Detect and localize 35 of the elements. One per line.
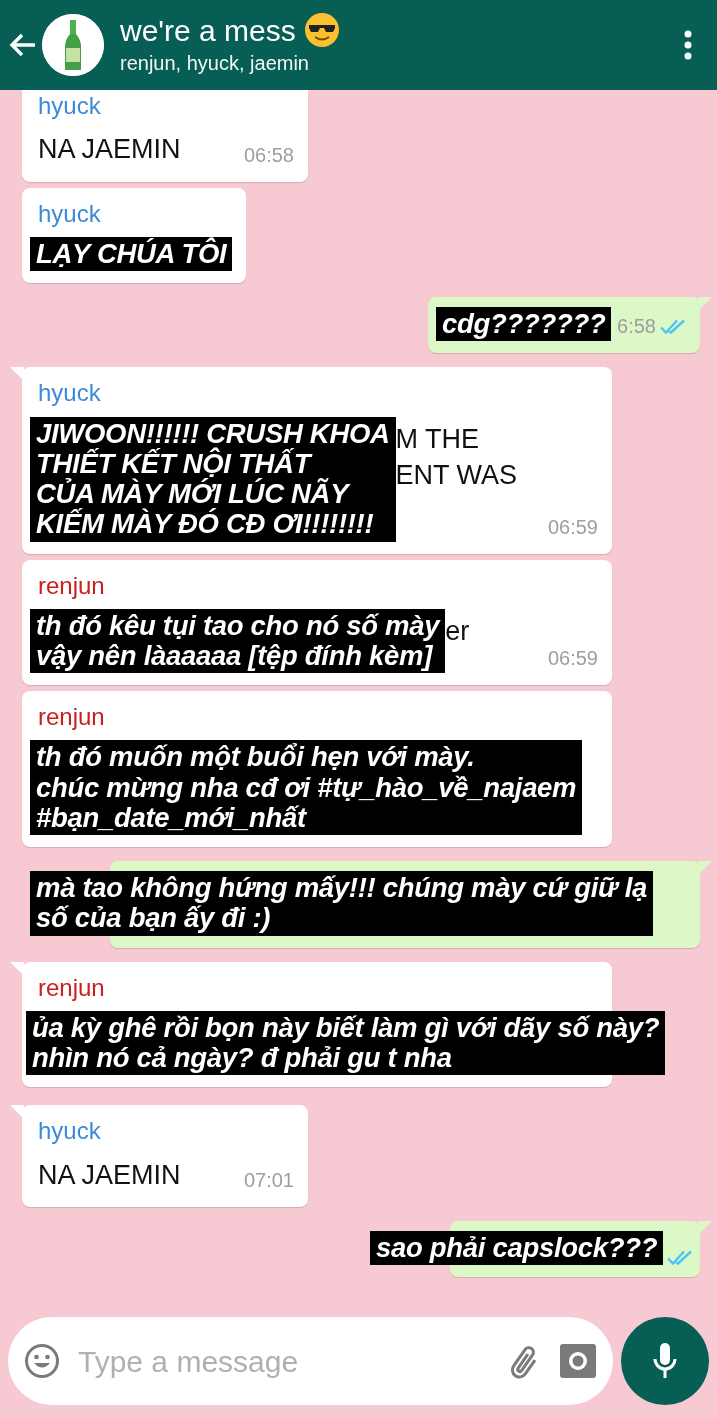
chat-title: we're a mess xyxy=(120,13,296,47)
translation-caption: th đó kêu tụi tao cho nó số mày vậy nên làaaaaa [tệp đính kèm] xyxy=(30,608,446,674)
group-avatar[interactable] xyxy=(42,14,104,76)
participants: renjun, hyuck, jaemin xyxy=(120,51,310,76)
timestamp: 06:59 xyxy=(547,514,598,540)
message-text: M THE xyxy=(395,422,481,456)
camera-icon[interactable] xyxy=(559,1343,597,1379)
translation-caption: ủa kỳ ghê rồi bọn này biết làm gì với dãy số này? nhìn nó cả ngày? đ phải gu t nha xyxy=(26,1010,666,1076)
sender-name: renjun xyxy=(38,570,106,601)
message-input[interactable]: Type a message xyxy=(76,1337,489,1385)
timestamp: 06:59 xyxy=(547,646,598,672)
message-text: NA JAEMIN xyxy=(38,133,181,167)
sender-name: hyuck xyxy=(38,91,102,121)
translation-caption: JIWOON!!!!!! CRUSH KHOA THIẾT KẾT NỘI THẤT CỦA MÀY MỚI LÚC NÃY KIẾM MÀY ĐÓ CĐ ƠI!!!!!!!! xyxy=(30,416,396,542)
sender-name: renjun xyxy=(38,702,106,733)
translation-caption: cdg??????? xyxy=(436,307,612,342)
timestamp: 07:01 xyxy=(243,1168,294,1194)
timestamp: 6:58 xyxy=(617,314,656,340)
message-text: er xyxy=(445,614,470,648)
menu-icon[interactable] xyxy=(683,30,693,60)
translation-caption: LẠY CHÚA TÔI xyxy=(30,236,233,272)
emoji-icon[interactable] xyxy=(24,1343,60,1379)
translation-caption: sao phải capslock??? xyxy=(370,1231,664,1266)
microphone-icon xyxy=(652,1342,678,1380)
translation-caption: mà tao không hứng mấy!!! chúng mày cứ giữ lạ số của bạn ấy đi :) xyxy=(30,871,654,936)
sender-name: hyuck xyxy=(38,1116,102,1147)
sunglasses-emoji-icon xyxy=(303,12,340,48)
translation-caption: th đó muốn một buổi hẹn với mày. chúc mừng nha cđ ơi #tự_hào_về_najaem #bạn_date_mới_nhất xyxy=(30,740,583,836)
message-field[interactable]: Type a message xyxy=(8,1317,613,1405)
sender-name: hyuck xyxy=(38,378,102,409)
timestamp: 06:58 xyxy=(243,142,294,168)
sender-name: renjun xyxy=(38,972,106,1003)
message-text: NA JAEMIN xyxy=(38,1158,181,1192)
message-text: ENT WAS xyxy=(395,459,518,492)
sender-name: hyuck xyxy=(38,198,102,229)
